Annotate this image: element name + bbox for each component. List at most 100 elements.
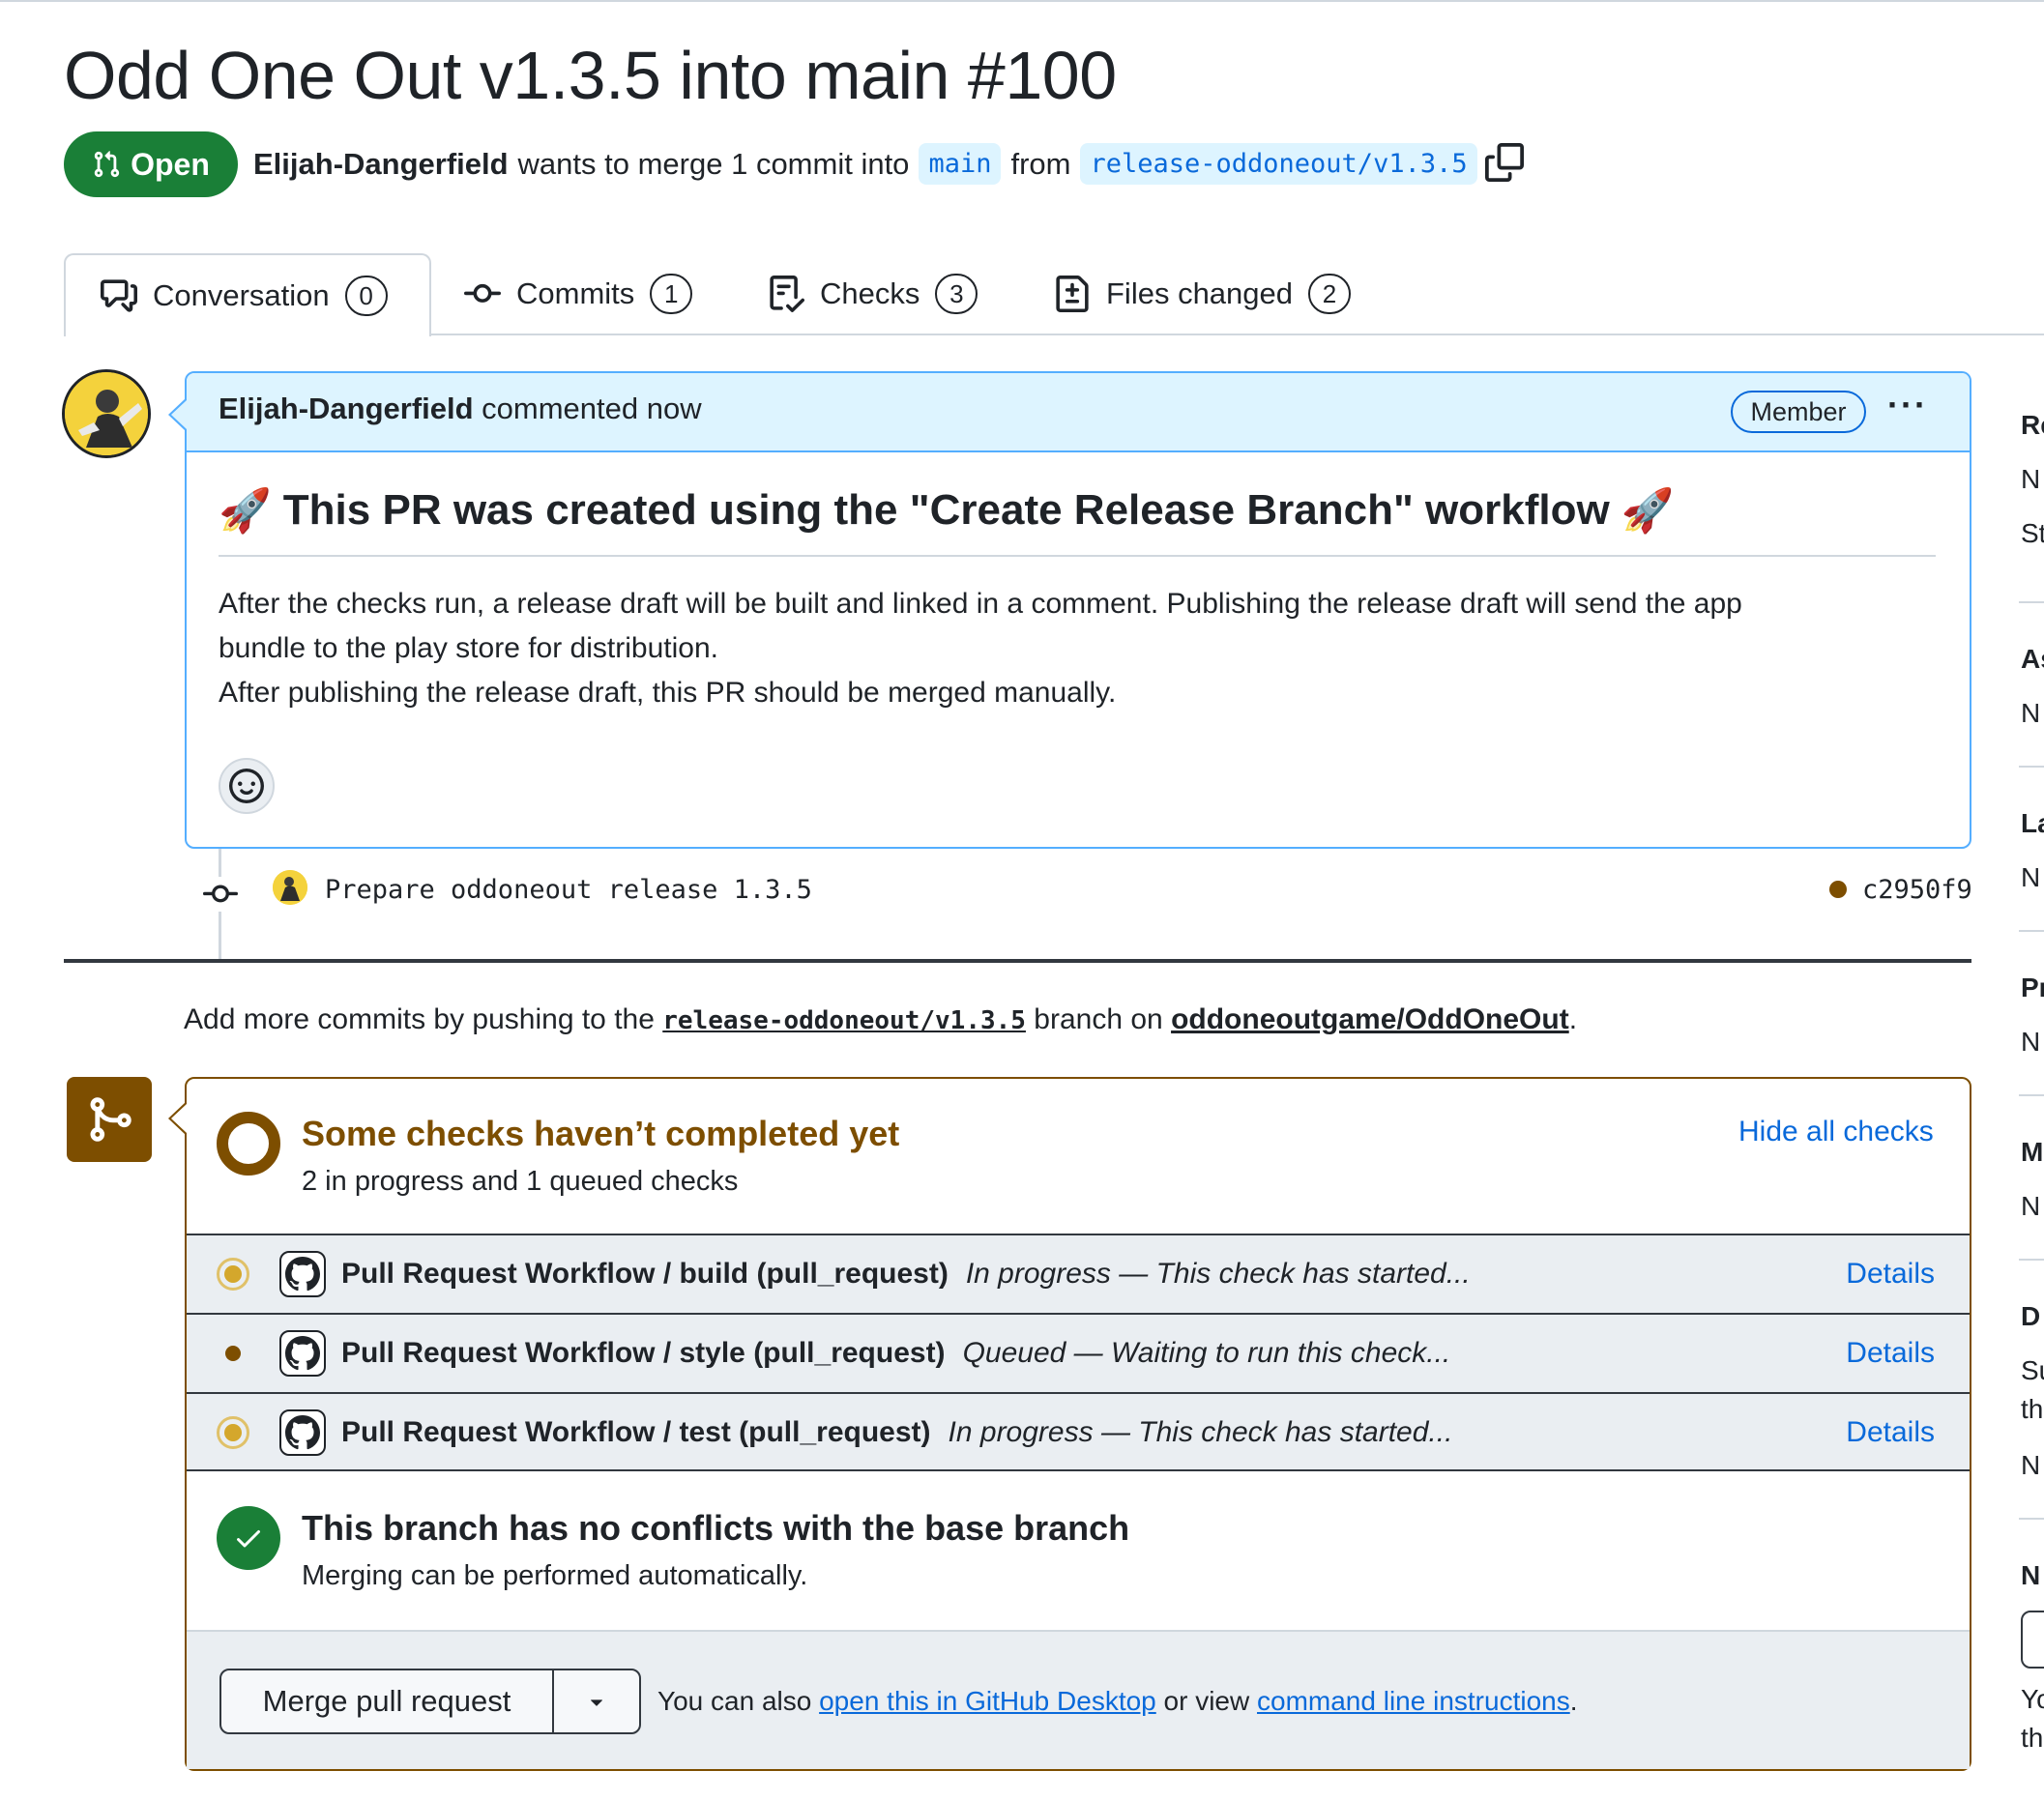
pr-merge-text: wants to merge 1 commit into [517,146,910,181]
sidebar-milestone-heading[interactable]: M [2021,1137,2044,1168]
sidebar-projects-heading[interactable]: Pr [2021,973,2044,1003]
tab-files-changed-label: Files changed [1106,276,1294,310]
sidebar-divider [2019,766,2044,768]
smiley-icon [229,769,264,803]
push-hint-prefix: Add more commits by pushing to the [184,1003,655,1035]
commit-message-link[interactable]: Prepare oddoneout release 1.3.5 [325,875,812,905]
comment-discussion-icon [101,279,137,312]
commit-status-dot[interactable] [1829,881,1847,898]
comment-body-line: After publishing the release draft, this… [219,677,1117,709]
rocket-icon: 🚀 [219,487,272,535]
sidebar-fragment: th [2021,1723,2044,1753]
sidebar-notifications-heading: N [2021,1560,2041,1590]
repo-link[interactable]: oddoneoutgame/OddOneOut [1171,1003,1569,1035]
page-title: Odd One Out v1.3.5 into main #100 [64,38,1117,113]
checks-divider [187,1469,1970,1471]
check-row: Pull Request Workflow / style (pull_requ… [187,1313,1970,1392]
author-avatar[interactable] [62,369,151,458]
check-description: In progress — This check has started... [948,1416,1453,1448]
checks-title: Some checks haven’t completed yet [302,1114,900,1153]
sidebar-fragment: Su [2021,1355,2044,1385]
check-details-link[interactable]: Details [1846,1337,1935,1370]
check-description: Queued — Waiting to run this check... [962,1337,1451,1369]
sidebar-fragment: N [2021,1191,2041,1221]
sidebar-fragment: N [2021,464,2041,494]
sidebar-subscribe-button[interactable] [2021,1611,2044,1669]
push-hint-middle: branch on [1034,1003,1163,1035]
conflicts-subtitle: Merging can be performed automatically. [302,1560,808,1591]
queued-icon [225,1346,241,1361]
git-pull-request-icon [94,151,120,178]
github-mark-icon [279,1251,326,1297]
sidebar-divider [2019,1094,2044,1096]
tab-conversation[interactable]: Conversation 0 [64,253,431,336]
sidebar-divider [2019,930,2044,932]
push-branch-link[interactable]: release-oddoneout/v1.3.5 [662,1006,1026,1035]
tab-conversation-count: 0 [344,276,388,316]
git-commit-icon [203,877,238,912]
github-mark-icon [279,1409,326,1456]
pending-status-icon [217,1112,280,1176]
pr-subline: Elijah-Dangerfield wants to merge 1 comm… [253,143,1487,185]
merge-box-arrow-inner [171,1104,187,1133]
kebab-horizontal-icon[interactable]: ··· [1887,385,1928,425]
comment-body-line: bundle to the play store for distributio… [219,632,718,664]
sidebar-divider [2019,1518,2044,1520]
sidebar-assignees-heading[interactable]: As [2021,644,2044,675]
merge-button-group: Merge pull request [219,1669,641,1734]
comment-heading-text: This PR was created using the "Create Re… [282,486,1610,534]
checklist-icon [770,276,804,312]
timeline-end-divider [64,959,1971,963]
comment-action: commented now [482,392,702,425]
hide-all-checks-button[interactable]: Hide all checks [1738,1116,1934,1148]
tab-files-changed-count: 2 [1308,274,1352,314]
check-name: Pull Request Workflow / style (pull_requ… [341,1337,946,1369]
command-line-instructions-link[interactable]: command line instructions [1257,1686,1570,1716]
in-progress-icon [217,1416,249,1449]
member-badge: Member [1731,391,1866,433]
git-merge-icon [67,1077,152,1162]
conflicts-title: This branch has no conflicts with the ba… [302,1508,1130,1548]
merge-footer-text: You can also open this in GitHub Desktop… [657,1686,1578,1717]
tab-commits-label: Commits [516,276,635,310]
commit-sha-link[interactable]: c2950f9 [1862,875,1972,905]
open-in-desktop-link[interactable]: open this in GitHub Desktop [819,1686,1156,1716]
check-details-link[interactable]: Details [1846,1258,1935,1291]
triangle-down-icon [591,1699,602,1706]
check-row: Pull Request Workflow / build (pull_requ… [187,1234,1970,1313]
sidebar-fragment: N [2021,862,2041,892]
add-reaction-button[interactable] [219,758,275,814]
tab-conversation-label: Conversation [153,278,330,312]
sidebar-fragment: N [2021,1027,2041,1057]
sidebar-reviewers-heading[interactable]: Re [2021,410,2044,441]
merge-pull-request-button[interactable]: Merge pull request [221,1670,554,1732]
sidebar-fragment: Yo [2021,1684,2044,1714]
check-icon [217,1506,280,1570]
from-text: from [1010,146,1071,181]
head-branch-link[interactable]: release-oddoneout/v1.3.5 [1080,143,1477,185]
tab-commits[interactable]: Commits 1 [464,253,693,334]
base-branch-link[interactable]: main [919,143,1002,185]
tab-files-changed[interactable]: Files changed 2 [1054,253,1352,334]
push-hint: Add more commits by pushing to the relea… [184,1003,1577,1036]
pr-author-link[interactable]: Elijah-Dangerfield [253,147,509,182]
sidebar-development-heading[interactable]: D [2021,1301,2044,1332]
check-row: Pull Request Workflow / test (pull_reque… [187,1392,1970,1471]
commit-avatar[interactable] [273,870,307,905]
sidebar-fragment: th [2021,1394,2044,1424]
check-description: In progress — This check has started... [965,1258,1471,1290]
sidebar-divider [2019,1259,2044,1261]
pr-state-label: Open [131,146,210,182]
comment-body-line: After the checks run, a release draft wi… [219,588,1742,620]
sidebar-fragment: N [2021,1450,2041,1480]
footer-suffix: . [1569,1686,1578,1716]
comment-author-link[interactable]: Elijah-Dangerfield [219,392,474,425]
copy-icon[interactable] [1485,143,1524,182]
rocket-icon: 🚀 [1621,487,1675,535]
merge-options-dropdown[interactable] [554,1670,639,1732]
git-commit-icon [464,283,501,303]
sidebar-labels-heading[interactable]: La [2021,808,2044,839]
tab-checks[interactable]: Checks 3 [768,253,978,334]
top-border [0,0,2044,2]
check-details-link[interactable]: Details [1846,1416,1935,1449]
